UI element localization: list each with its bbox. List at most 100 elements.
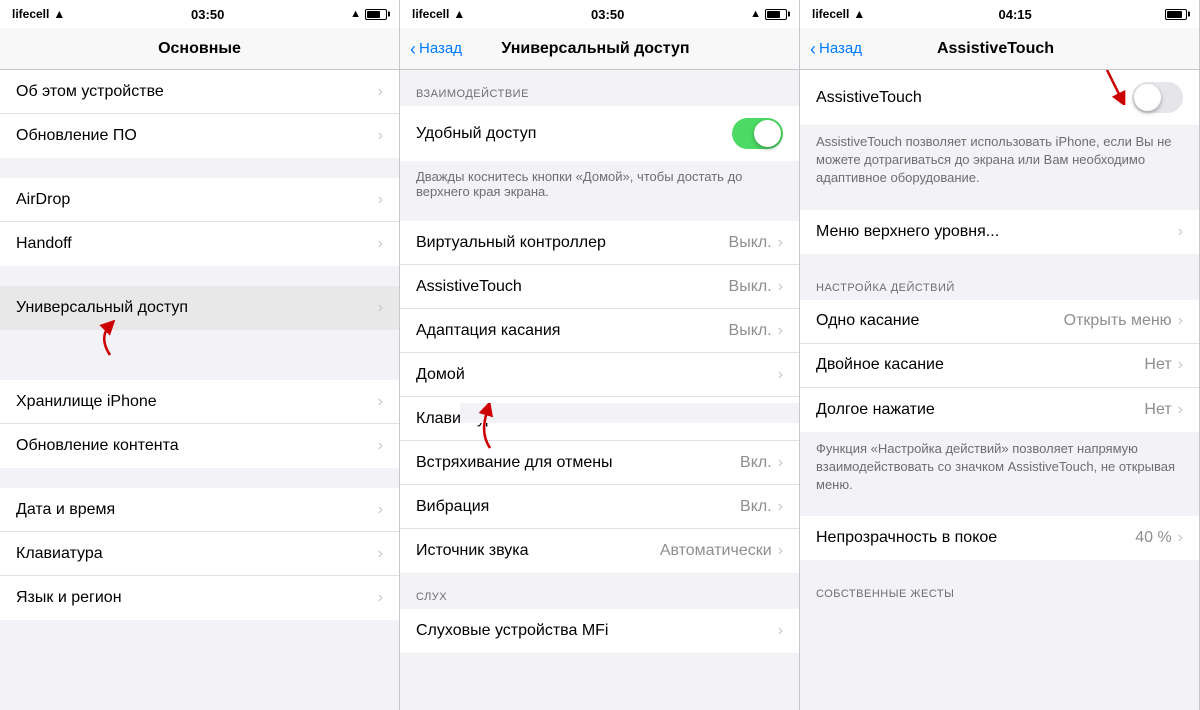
time-1: 03:50 — [191, 7, 224, 22]
item-virtualny-kontroller[interactable]: Виртуальный контроллер Выкл. › — [400, 221, 799, 265]
signal-icon-1: ▲ — [53, 7, 65, 21]
nav-bar-3: ‹ Назад AssistiveTouch — [800, 28, 1199, 70]
toggle-udobny-dostup[interactable] — [732, 118, 783, 149]
status-right-1: ▲ — [350, 8, 387, 20]
settings-group-5: Дата и время › Клавиатура › Язык и регио… — [0, 488, 399, 620]
wifi-icon-2: ▲ — [750, 8, 761, 20]
chevron-icon: › — [378, 393, 383, 411]
battery-fill-1 — [367, 11, 380, 18]
battery-icon-2 — [765, 9, 787, 20]
status-bar-3: lifecell ▲ 04:15 — [800, 0, 1199, 28]
nav-title-2: Универсальный доступ — [501, 40, 689, 58]
nav-bar-1: Основные — [0, 28, 399, 70]
back-button-2[interactable]: ‹ Назад — [410, 40, 462, 58]
settings-group-3: Универсальный доступ › — [0, 286, 399, 330]
udobny-dostup-description: Дважды коснитесь кнопки «Домой», чтобы д… — [400, 161, 799, 211]
status-left-3: lifecell ▲ — [812, 7, 865, 21]
chevron-icon: › — [1178, 312, 1183, 330]
carrier-label-2: lifecell — [412, 7, 449, 21]
chevron-icon: › — [778, 542, 783, 560]
chevron-icon: › — [378, 127, 383, 145]
signal-icon-2: ▲ — [453, 7, 465, 21]
item-vibraciya[interactable]: Вибрация Вкл. › — [400, 485, 799, 529]
content-1: Об этом устройстве › Обновление ПО › Air… — [0, 70, 399, 710]
item-obnovlenie-po[interactable]: Обновление ПО › — [0, 114, 399, 158]
settings-group-2: AirDrop › Handoff › — [0, 178, 399, 266]
settings-group-vzaimodeystvie: Удобный доступ — [400, 106, 799, 161]
item-assistivetouch-toggle[interactable]: AssistiveTouch — [800, 70, 1199, 125]
item-assistivetouch[interactable]: AssistiveTouch Выкл. › — [400, 265, 799, 309]
chevron-icon: › — [378, 589, 383, 607]
chevron-icon: › — [378, 437, 383, 455]
item-ob-ustroystve[interactable]: Об этом устройстве › — [0, 70, 399, 114]
chevron-icon: › — [778, 234, 783, 252]
chevron-icon: › — [1178, 356, 1183, 374]
item-domoy[interactable]: Домой › — [400, 353, 799, 397]
item-obnovlenie-kontenta[interactable]: Обновление контента › — [0, 424, 399, 468]
red-arrow-1 — [80, 320, 140, 360]
item-universalny-dostup[interactable]: Универсальный доступ › — [0, 286, 399, 330]
settings-group-menu: Меню верхнего уровня... › — [800, 210, 1199, 254]
item-data-vremya[interactable]: Дата и время › — [0, 488, 399, 532]
chevron-icon: › — [778, 410, 783, 428]
time-2: 03:50 — [591, 7, 624, 22]
back-chevron-2: ‹ — [410, 40, 416, 58]
item-neprozrachnost[interactable]: Непрозрачность в покое 40 % › — [800, 516, 1199, 560]
chevron-icon: › — [378, 501, 383, 519]
item-klaviatura-2[interactable]: Клавиатура › — [400, 397, 799, 441]
battery-fill-2 — [767, 11, 780, 18]
item-istochnik-zvuka[interactable]: Источник звука Автоматически › — [400, 529, 799, 573]
item-udobny-dostup[interactable]: Удобный доступ — [400, 106, 799, 161]
panel-assistivetouch: lifecell ▲ 04:15 ‹ Назад AssistiveTouch … — [800, 0, 1200, 710]
status-left-2: lifecell ▲ — [412, 7, 465, 21]
panel-universal-dostup: lifecell ▲ 03:50 ▲ ‹ Назад Универсальный… — [400, 0, 800, 710]
status-bar-1: lifecell ▲ 03:50 ▲ — [0, 0, 399, 28]
annotation-area-1 — [0, 330, 399, 360]
status-bar-2: lifecell ▲ 03:50 ▲ — [400, 0, 799, 28]
chevron-icon: › — [778, 454, 783, 472]
panel-osnovy: lifecell ▲ 03:50 ▲ Основные Об этом устр… — [0, 0, 400, 710]
item-yazyk-region[interactable]: Язык и регион › — [0, 576, 399, 620]
nav-bar-2: ‹ Назад Универсальный доступ — [400, 28, 799, 70]
section-header-slukh: СЛУХ — [400, 573, 799, 609]
carrier-label-3: lifecell — [812, 7, 849, 21]
item-airdrop[interactable]: AirDrop › — [0, 178, 399, 222]
item-dvoynoe-kasanie[interactable]: Двойное касание Нет › — [800, 344, 1199, 388]
settings-group-opacity: Непрозрачность в покое 40 % › — [800, 516, 1199, 560]
item-dolgoe-nazhatiye[interactable]: Долгое нажатие Нет › — [800, 388, 1199, 432]
chevron-icon: › — [1178, 223, 1183, 241]
chevron-icon: › — [378, 545, 383, 563]
chevron-icon: › — [378, 83, 383, 101]
item-odno-kasanie[interactable]: Одно касание Открыть меню › — [800, 300, 1199, 344]
chevron-icon: › — [778, 366, 783, 384]
chevron-icon: › — [778, 278, 783, 296]
nav-title-1: Основные — [158, 40, 241, 58]
item-menu-top-level[interactable]: Меню верхнего уровня... › — [800, 210, 1199, 254]
chevron-icon: › — [778, 322, 783, 340]
content-3: AssistiveTouch AssistiveTouch позволяет … — [800, 70, 1199, 710]
section-header-vzaimodeystvie: ВЗАИМОДЕЙСТВИЕ — [400, 70, 799, 106]
item-slukhovye[interactable]: Слуховые устройства MFi › — [400, 609, 799, 653]
item-khranilische[interactable]: Хранилище iPhone › — [0, 380, 399, 424]
battery-icon-3 — [1165, 9, 1187, 20]
settings-group-at-top: AssistiveTouch — [800, 70, 1199, 125]
back-label-2: Назад — [419, 40, 462, 57]
item-adaptaciya-kasaniya[interactable]: Адаптация касания Выкл. › — [400, 309, 799, 353]
toggle-knob-at — [1134, 84, 1161, 111]
item-handoff[interactable]: Handoff › — [0, 222, 399, 266]
toggle-assistivetouch[interactable] — [1132, 82, 1183, 113]
chevron-icon: › — [778, 498, 783, 516]
item-vstryakhivanie[interactable]: Встряхивание для отмены Вкл. › — [400, 441, 799, 485]
back-button-3[interactable]: ‹ Назад — [810, 40, 862, 58]
status-right-2: ▲ — [750, 8, 787, 20]
status-right-3 — [1165, 9, 1187, 20]
carrier-label-1: lifecell — [12, 7, 49, 21]
item-klaviatura[interactable]: Клавиатура › — [0, 532, 399, 576]
signal-icon-3: ▲ — [853, 7, 865, 21]
assistivetouch-description: AssistiveTouch позволяет использовать iP… — [800, 125, 1199, 200]
time-3: 04:15 — [999, 7, 1032, 22]
section-header-actions: НАСТРОЙКА ДЕЙСТВИЙ — [800, 264, 1199, 300]
chevron-icon: › — [1178, 529, 1183, 547]
status-left-1: lifecell ▲ — [12, 7, 65, 21]
settings-group-actions: Одно касание Открыть меню › Двойное каса… — [800, 300, 1199, 432]
